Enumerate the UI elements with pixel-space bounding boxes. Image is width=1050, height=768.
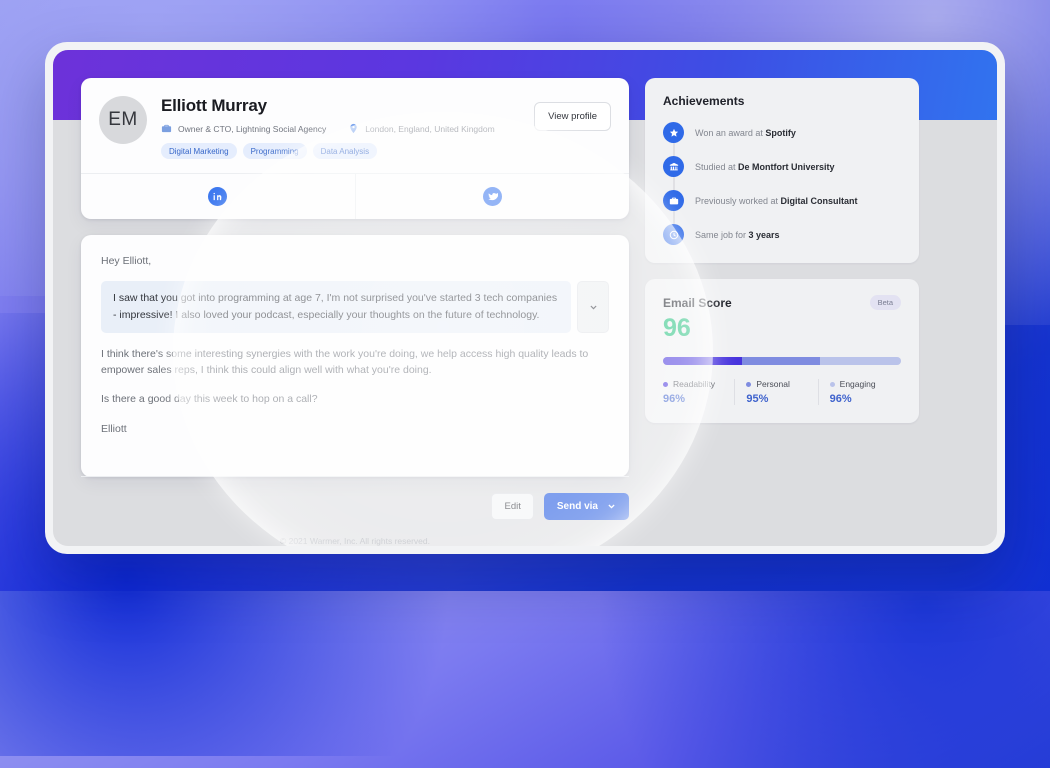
list-item: Previously worked at Digital Consultant xyxy=(663,190,901,211)
legend-readability-head: Readability xyxy=(663,379,734,389)
achievement-prefix: Studied at xyxy=(695,161,739,172)
achievement-text: Same job for 3 years xyxy=(695,230,780,240)
email-score-title: Email Score xyxy=(663,295,732,310)
list-item: Same job for 3 years xyxy=(663,224,901,245)
email-score-header: Email Score Beta xyxy=(663,295,901,310)
achievement-highlight: 3 years xyxy=(748,229,780,240)
legend-label: Personal xyxy=(756,379,790,389)
list-item: Studied at De Montfort University xyxy=(663,156,901,177)
twitter-icon xyxy=(482,187,502,206)
profile-location-label: London, England, United Kingdom xyxy=(365,123,495,134)
email-score-legend: Readability 96% Personal 95% Engaging 96… xyxy=(663,379,901,405)
copyright-text: © 2021 Warmer, Inc. All rights reserved. xyxy=(279,536,431,546)
send-via-button[interactable]: Send via xyxy=(543,493,629,520)
email-score-bar xyxy=(663,357,901,365)
legend-dot-icon xyxy=(663,381,668,387)
email-highlighted-block: I saw that you got into programming at a… xyxy=(101,281,609,333)
email-compose-card: Hey Elliott, I saw that you got into pro… xyxy=(81,235,629,477)
achievements-panel: Achievements Won an award at Spotify Stu… xyxy=(645,78,919,263)
achievement-text: Studied at De Montfort University xyxy=(695,162,835,172)
email-paragraph-2: I think there's some interesting synergi… xyxy=(101,347,589,377)
bank-icon xyxy=(663,156,684,177)
email-score-panel: Email Score Beta 96 Readability 96% Pers… xyxy=(645,279,919,423)
profile-tag[interactable]: Digital Marketing xyxy=(161,143,237,159)
profile-details: Elliott Murray Owner & CTO, Lightning So… xyxy=(147,96,534,159)
legend-value: 95% xyxy=(746,393,769,405)
social-link-twitter[interactable] xyxy=(354,174,630,219)
social-links-row xyxy=(81,173,629,219)
achievement-prefix: Same job for xyxy=(695,229,749,240)
page-body: EM Elliott Murray Owner & CTO, Lightning… xyxy=(53,50,997,546)
avatar: EM xyxy=(99,96,147,144)
profile-role: Owner & CTO, Lightning Social Agency xyxy=(161,123,326,134)
app-window: EM Elliott Murray Owner & CTO, Lightning… xyxy=(45,42,1005,554)
achievement-text: Won an award at Spotify xyxy=(695,128,796,138)
achievements-timeline-line xyxy=(673,134,675,233)
legend-value: 96% xyxy=(663,393,686,405)
legend-label: Engaging xyxy=(839,379,876,389)
left-column: EM Elliott Murray Owner & CTO, Lightning… xyxy=(81,78,629,546)
legend-readability: Readability 96% xyxy=(663,379,734,405)
achievement-text: Previously worked at Digital Consultant xyxy=(695,196,858,206)
email-body[interactable]: Hey Elliott, I saw that you got into pro… xyxy=(81,235,629,476)
email-score-value: 96 xyxy=(663,314,691,342)
social-link-linkedin[interactable] xyxy=(81,174,355,219)
achievement-highlight: Spotify xyxy=(765,127,796,138)
send-via-label: Send via xyxy=(556,501,598,512)
achievement-highlight: Digital Consultant xyxy=(780,195,858,206)
email-greeting: Hey Elliott, xyxy=(101,255,152,267)
briefcase-icon xyxy=(161,124,172,133)
score-segment-engaging xyxy=(820,357,901,365)
star-icon xyxy=(663,122,684,143)
view-profile-button[interactable]: View profile xyxy=(534,102,611,131)
clock-icon xyxy=(663,224,684,245)
status-badge: Beta xyxy=(869,295,901,310)
map-pin-icon xyxy=(350,123,357,134)
edit-button[interactable]: Edit xyxy=(491,493,534,520)
profile-location: London, England, United Kingdom xyxy=(348,123,495,134)
legend-personal-head: Personal xyxy=(746,379,817,389)
profile-role-label: Owner & CTO, Lightning Social Agency xyxy=(178,123,327,134)
legend-engaging-head: Engaging xyxy=(829,379,901,389)
right-column: Achievements Won an award at Spotify Stu… xyxy=(645,78,919,546)
profile-tag[interactable]: Programming xyxy=(242,143,307,159)
profile-tag[interactable]: Data Analysis xyxy=(312,143,378,159)
legend-dot-icon xyxy=(746,381,752,387)
page-title: Elliott Murray xyxy=(161,96,267,115)
legend-label: Readability xyxy=(673,379,716,389)
email-signoff: Elliott xyxy=(101,422,127,435)
list-item: Won an award at Spotify xyxy=(663,122,901,143)
achievement-prefix: Previously worked at xyxy=(695,195,781,206)
email-paragraph-3: Is there a good day this week to hop on … xyxy=(101,393,318,406)
achievements-list: Won an award at Spotify Studied at De Mo… xyxy=(663,122,901,245)
chevron-down-icon xyxy=(608,504,615,509)
chevron-down-icon xyxy=(589,305,597,310)
achievements-title: Achievements xyxy=(663,94,745,108)
achievement-highlight: De Montfort University xyxy=(738,161,835,172)
linkedin-icon xyxy=(208,187,228,206)
score-segment-readability xyxy=(663,357,742,365)
briefcase-icon xyxy=(663,190,684,211)
app-window-inner: EM Elliott Murray Owner & CTO, Lightning… xyxy=(53,50,997,546)
email-highlighted-paragraph[interactable]: I saw that you got into programming at a… xyxy=(101,281,571,333)
legend-value: 96% xyxy=(829,393,852,405)
profile-tag-row: Digital Marketing Programming Data Analy… xyxy=(161,143,534,159)
legend-engaging: Engaging 96% xyxy=(817,379,901,405)
email-action-row: Edit Send via xyxy=(81,477,629,520)
profile-meta-row: Owner & CTO, Lightning Social Agency Lon… xyxy=(161,123,534,134)
profile-card: EM Elliott Murray Owner & CTO, Lightning… xyxy=(81,78,629,219)
legend-personal: Personal 95% xyxy=(734,379,817,405)
legend-dot-icon xyxy=(829,381,835,387)
achievement-prefix: Won an award at xyxy=(695,127,766,138)
profile-header: EM Elliott Murray Owner & CTO, Lightning… xyxy=(81,78,629,173)
score-segment-personal xyxy=(741,357,821,365)
email-variant-dropdown-button[interactable] xyxy=(577,281,609,333)
